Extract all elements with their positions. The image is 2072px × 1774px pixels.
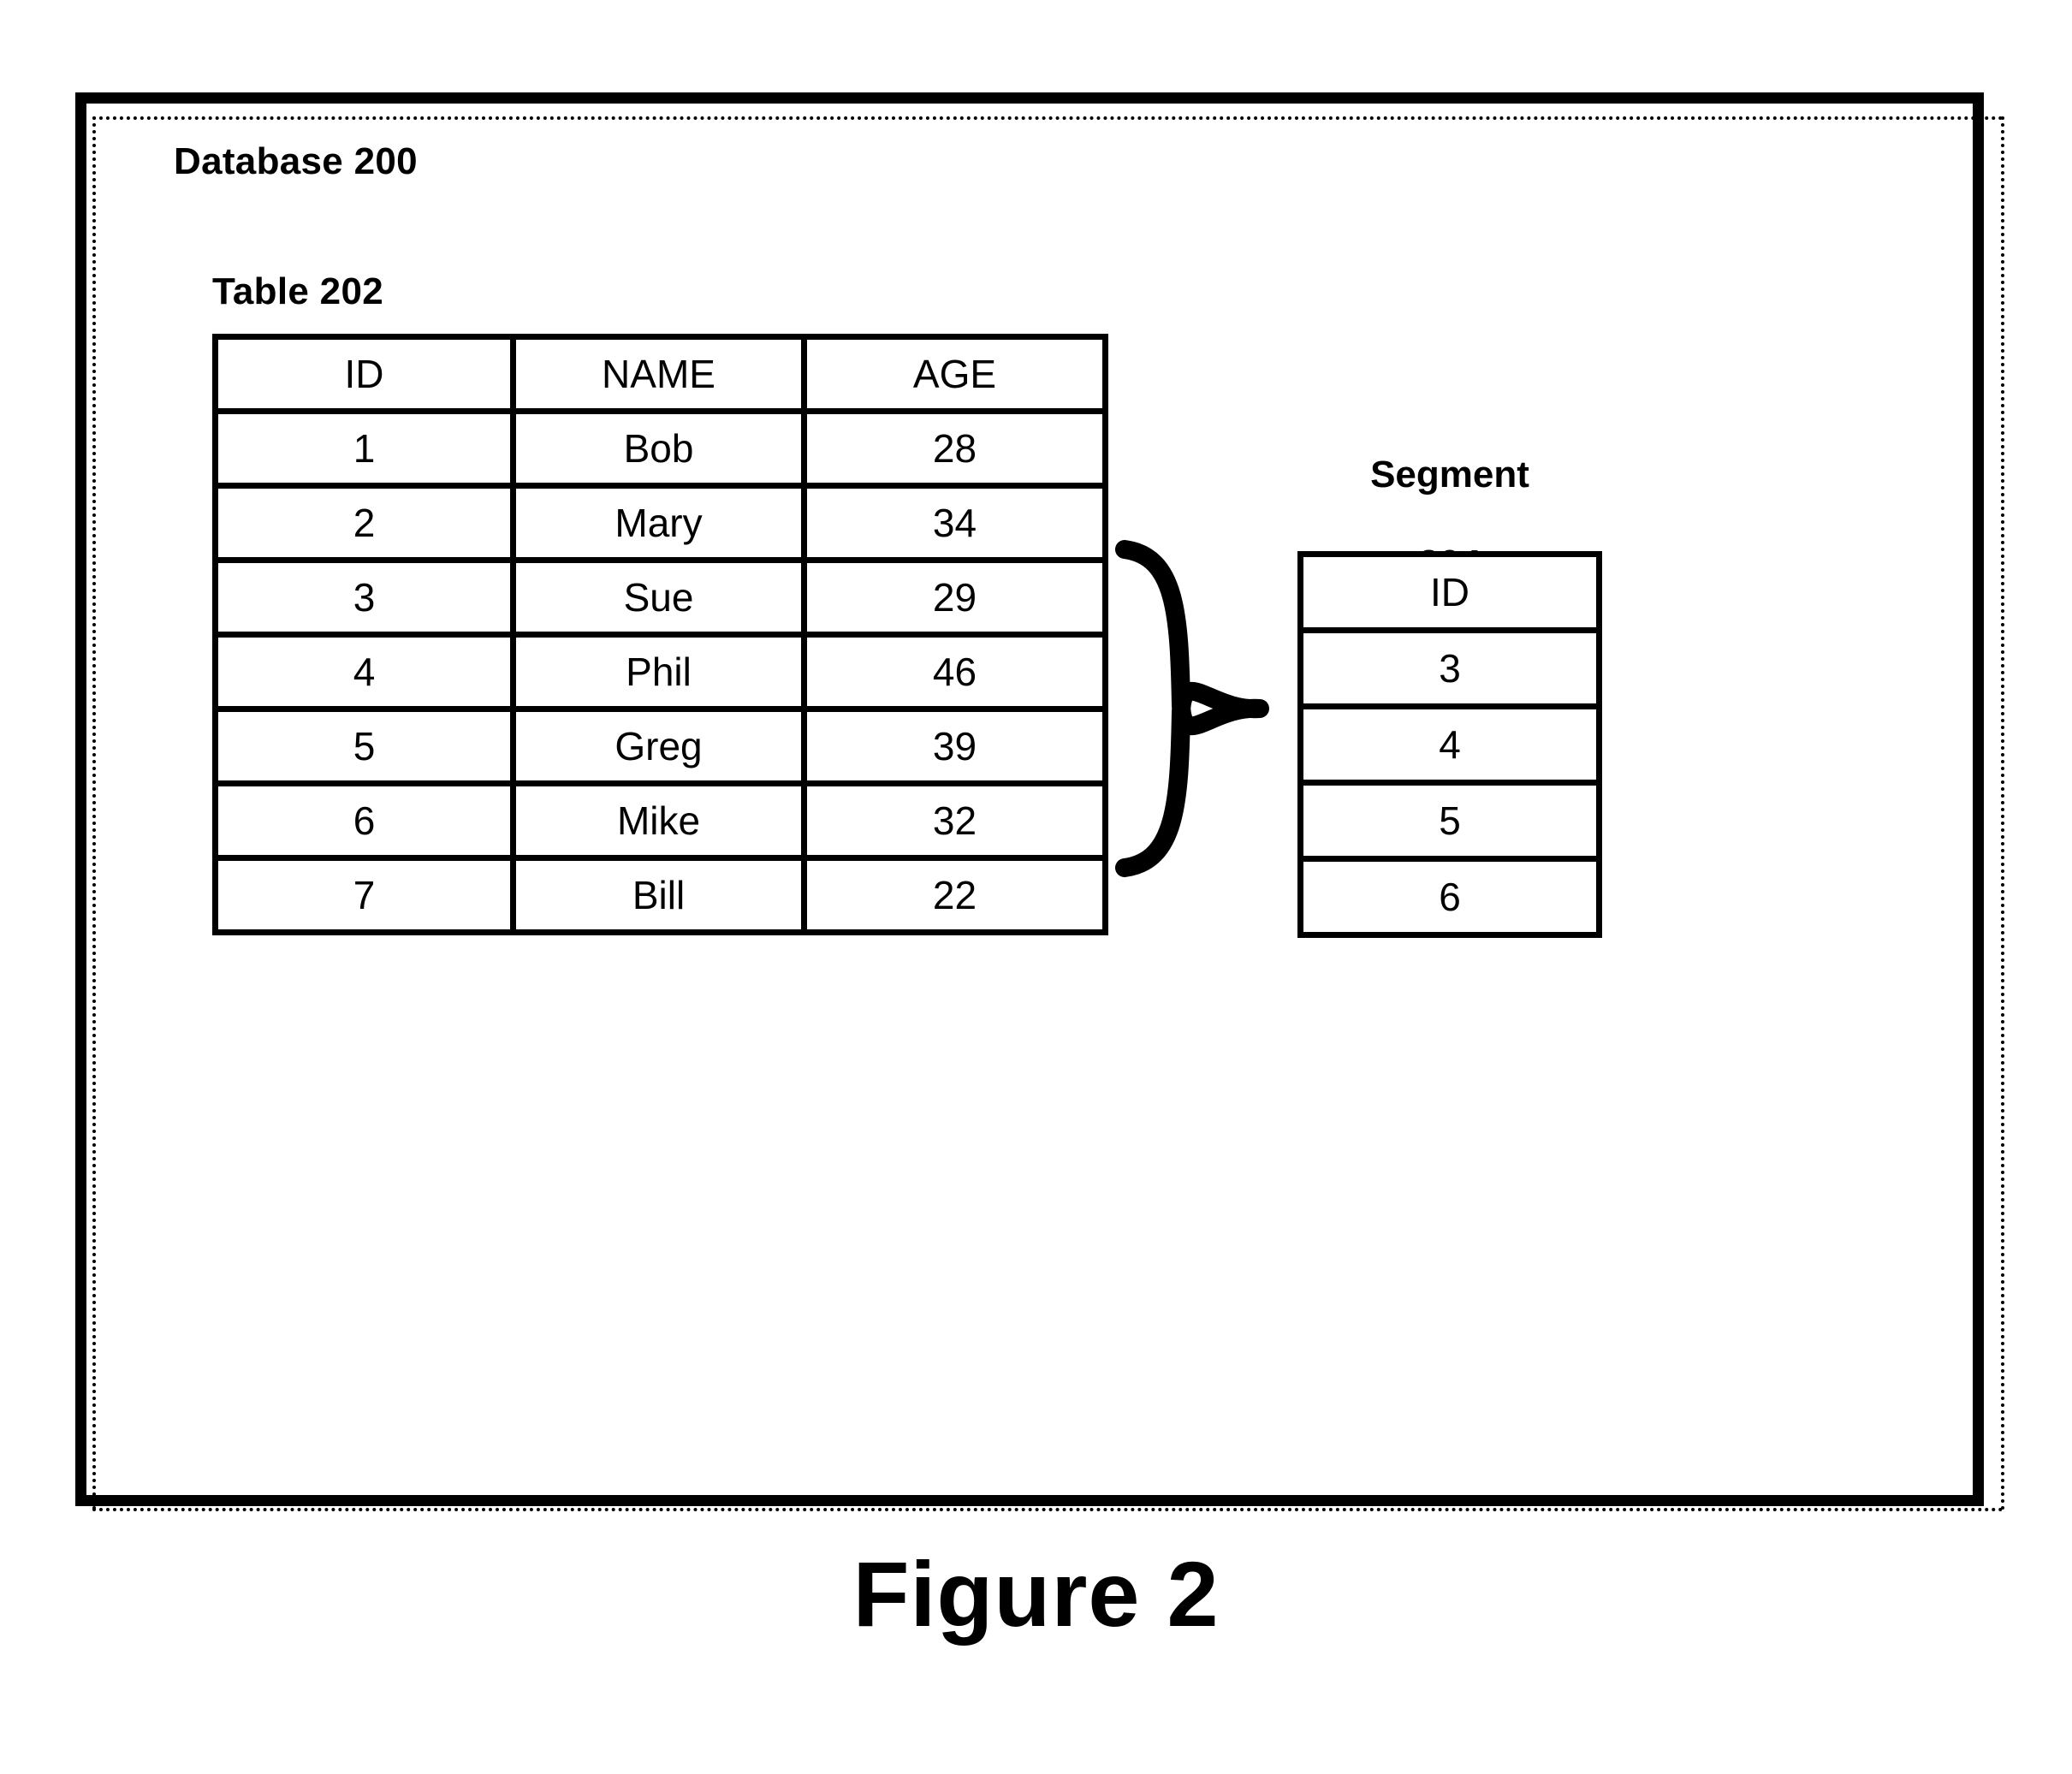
data-table-body: ID NAME AGE 1 Bob 28 2 Mary 34 3 Sue 29 …	[212, 334, 1108, 935]
cell-age: 29	[801, 557, 1108, 638]
cell-id: 6	[212, 780, 516, 861]
cell-age: 28	[801, 408, 1108, 489]
cell-name: Phil	[510, 632, 807, 712]
segment-row: 3	[1297, 627, 1602, 709]
segment-row: 4	[1297, 703, 1602, 786]
cell-age: 34	[801, 483, 1108, 563]
segment-label-line1: Segment	[1370, 453, 1529, 495]
segment-row: 6	[1297, 856, 1602, 938]
cell-age: 22	[801, 855, 1108, 935]
table-row: 3 Sue 29	[212, 557, 1108, 638]
data-table: ID NAME AGE 1 Bob 28 2 Mary 34 3 Sue 29 …	[212, 334, 1108, 935]
column-header-id: ID	[212, 334, 516, 414]
cell-id: 3	[212, 557, 516, 638]
cell-name: Bill	[510, 855, 807, 935]
table-label: Table 202	[212, 270, 383, 312]
cell-id: 5	[212, 706, 516, 786]
table-row: 1 Bob 28	[212, 408, 1108, 489]
cell-id: 1	[212, 408, 516, 489]
database-label: Database 200	[174, 140, 418, 182]
segment-table: ID 3 4 5 6	[1297, 551, 1602, 938]
segment-cell-id: 5	[1297, 780, 1602, 862]
table-row: 5 Greg 39	[212, 706, 1108, 786]
column-header-age: AGE	[801, 334, 1108, 414]
cell-name: Mary	[510, 483, 807, 563]
table-row: 2 Mary 34	[212, 483, 1108, 563]
figure-page: Database 200 Table 202 ID NAME AGE 1 Bob…	[0, 0, 2072, 1774]
table-row: 4 Phil 46	[212, 632, 1108, 712]
curly-brace-icon	[1115, 540, 1269, 877]
segment-cell-id: 6	[1297, 856, 1602, 938]
cell-id: 4	[212, 632, 516, 712]
column-header-name: NAME	[510, 334, 807, 414]
segment-row: 5	[1297, 780, 1602, 862]
cell-name: Bob	[510, 408, 807, 489]
cell-name: Sue	[510, 557, 807, 638]
cell-name: Greg	[510, 706, 807, 786]
segment-cell-id: 4	[1297, 703, 1602, 786]
cell-id: 7	[212, 855, 516, 935]
figure-caption: Figure 2	[852, 1542, 1220, 1646]
cell-age: 32	[801, 780, 1108, 861]
segment-table-body: ID 3 4 5 6	[1297, 551, 1602, 938]
cell-name: Mike	[510, 780, 807, 861]
cell-id: 2	[212, 483, 516, 563]
table-header-row: ID NAME AGE	[212, 334, 1108, 414]
segment-cell-id: 3	[1297, 627, 1602, 709]
table-row: 7 Bill 22	[212, 855, 1108, 935]
cell-age: 46	[801, 632, 1108, 712]
cell-age: 39	[801, 706, 1108, 786]
table-row: 6 Mike 32	[212, 780, 1108, 861]
segment-column-header-id: ID	[1297, 551, 1602, 633]
segment-header-row: ID	[1297, 551, 1602, 633]
